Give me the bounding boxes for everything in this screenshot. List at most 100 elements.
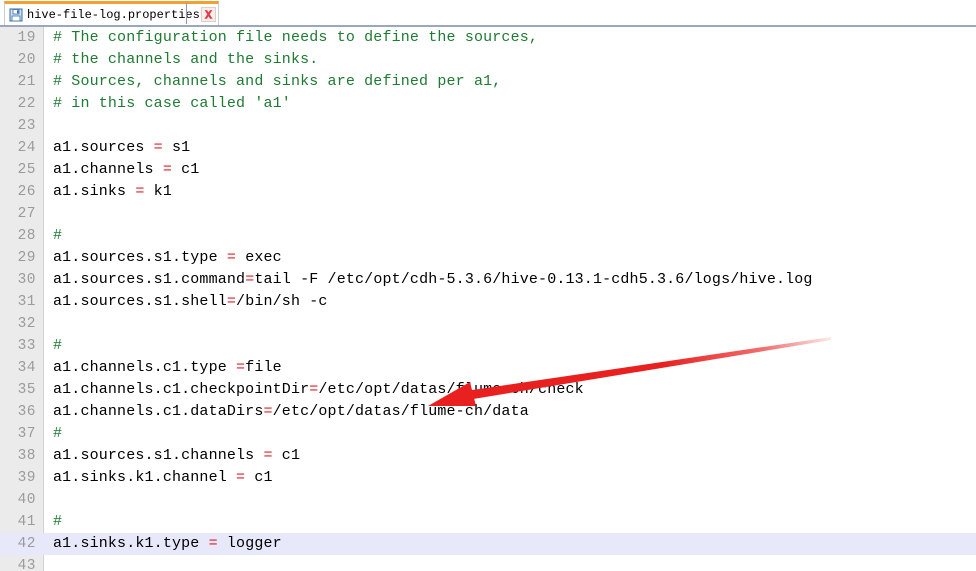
code-line[interactable]: 29 a1.sources.s1.type = exec xyxy=(0,247,976,269)
property-key: a1.sources.s1.type xyxy=(53,249,227,266)
editor-tab-bar: hive-file-log.properties xyxy=(0,0,976,27)
property-key: a1.sinks.k1.type xyxy=(53,535,209,552)
code-text-area[interactable]: 19 # The configuration file needs to defi… xyxy=(0,27,976,571)
code-line[interactable]: 38 a1.sources.s1.channels = c1 xyxy=(0,445,976,467)
line-number: 41 xyxy=(17,514,36,530)
equals-operator: = xyxy=(226,249,237,266)
line-number: 19 xyxy=(17,30,36,46)
code-editor[interactable]: 19 # The configuration file needs to defi… xyxy=(0,27,976,571)
equals-operator: = xyxy=(226,293,237,310)
close-x-icon[interactable] xyxy=(200,7,216,22)
code-line-text: a1.channels = c1 xyxy=(53,159,199,181)
code-line-text: a1.sinks.k1.type = logger xyxy=(53,533,282,555)
code-line[interactable]: 31 a1.sources.s1.shell=/bin/sh -c xyxy=(0,291,976,313)
code-line[interactable]: 35 a1.channels.c1.checkpointDir=/etc/opt/… xyxy=(0,379,976,401)
code-line[interactable]: 28 # xyxy=(0,225,976,247)
line-number: 37 xyxy=(17,426,36,442)
line-number: 20 xyxy=(17,52,36,68)
code-line[interactable]: 21 # Sources, channels and sinks are defi… xyxy=(0,71,976,93)
equals-operator: = xyxy=(135,183,145,200)
property-value: c1 xyxy=(272,447,301,464)
comment-token: # xyxy=(53,227,63,244)
code-line-text: a1.sources.s1.channels = c1 xyxy=(53,445,300,467)
line-number: 35 xyxy=(17,382,36,398)
property-value: s1 xyxy=(162,139,191,156)
equals-operator: = xyxy=(162,161,172,178)
property-key: a1.channels.c1.dataDirs xyxy=(53,403,264,420)
line-number: 42 xyxy=(17,536,36,552)
equals-operator: = xyxy=(236,469,246,486)
code-line[interactable]: 19 # The configuration file needs to defi… xyxy=(0,27,976,49)
line-number: 31 xyxy=(17,294,36,310)
equals-operator: = xyxy=(208,535,218,552)
code-line[interactable]: 42 a1.sinks.k1.type = logger xyxy=(0,533,976,555)
comment-token: # xyxy=(53,513,63,530)
property-key: a1.sources.s1.shell xyxy=(53,293,227,310)
code-line-text: # the channels and the sinks. xyxy=(53,49,318,71)
code-line[interactable]: 40 xyxy=(0,489,976,511)
code-line-text: # xyxy=(53,335,62,357)
code-line-text: # Sources, channels and sinks are define… xyxy=(53,71,501,93)
line-number: 34 xyxy=(17,360,36,376)
save-disk-icon xyxy=(9,8,23,22)
line-number: 25 xyxy=(17,162,36,178)
code-line[interactable]: 26 a1.sinks = k1 xyxy=(0,181,976,203)
line-number: 32 xyxy=(17,316,36,332)
property-value: /bin/sh -c xyxy=(236,293,328,310)
code-line-text: a1.channels.c1.dataDirs=/etc/opt/datas/f… xyxy=(53,401,529,423)
property-value: c1 xyxy=(245,469,273,486)
line-number: 40 xyxy=(17,492,36,508)
equals-operator: = xyxy=(263,403,273,420)
line-number: 28 xyxy=(17,228,36,244)
comment-token: # xyxy=(53,337,63,354)
property-value: c1 xyxy=(171,161,200,178)
line-number: 43 xyxy=(17,558,36,571)
code-line-text: a1.channels.c1.checkpointDir=/etc/opt/da… xyxy=(53,379,584,401)
property-key: a1.sources.s1.channels xyxy=(53,447,264,464)
code-line-text: # in this case called 'a1' xyxy=(53,93,291,115)
property-key: a1.channels.c1.checkpointDir xyxy=(53,381,310,398)
line-number: 21 xyxy=(17,74,36,90)
code-line[interactable]: 25 a1.channels = c1 xyxy=(0,159,976,181)
tab-bar-underline xyxy=(0,25,976,26)
property-value: /etc/opt/datas/flume-ch/check xyxy=(318,381,584,398)
code-line[interactable]: 33 # xyxy=(0,335,976,357)
property-key: a1.sinks xyxy=(53,183,136,200)
code-line-text: a1.channels.c1.type =file xyxy=(53,357,282,379)
code-line[interactable]: 24 a1.sources = s1 xyxy=(0,137,976,159)
comment-token: # The configuration file needs to define… xyxy=(53,29,539,46)
code-line[interactable]: 22 # in this case called 'a1' xyxy=(0,93,976,115)
code-line[interactable]: 43 xyxy=(0,555,976,571)
code-line-text: # xyxy=(53,511,62,533)
code-line[interactable]: 39 a1.sinks.k1.channel = c1 xyxy=(0,467,976,489)
code-line[interactable]: 36 a1.channels.c1.dataDirs=/etc/opt/datas… xyxy=(0,401,976,423)
equals-operator: = xyxy=(236,359,246,376)
line-number: 24 xyxy=(17,140,36,156)
line-number: 29 xyxy=(17,250,36,266)
line-number: 36 xyxy=(17,404,36,420)
code-line-text: a1.sinks.k1.channel = c1 xyxy=(53,467,273,489)
line-number: 23 xyxy=(17,118,36,134)
code-line-text: a1.sources.s1.type = exec xyxy=(53,247,282,269)
equals-operator: = xyxy=(245,271,255,288)
line-number: 30 xyxy=(17,272,36,288)
code-line[interactable]: 34 a1.channels.c1.type =file xyxy=(0,357,976,379)
code-line[interactable]: 23 xyxy=(0,115,976,137)
code-line[interactable]: 30 a1.sources.s1.command=tail -F /etc/opt… xyxy=(0,269,976,291)
code-line-text: # xyxy=(53,225,62,247)
line-number: 26 xyxy=(17,184,36,200)
code-line[interactable]: 32 xyxy=(0,313,976,335)
comment-token: # Sources, channels and sinks are define… xyxy=(53,73,502,90)
line-number: 33 xyxy=(17,338,36,354)
property-value: exec xyxy=(236,249,282,266)
code-line[interactable]: 27 xyxy=(0,203,976,225)
code-line[interactable]: 20 # the channels and the sinks. xyxy=(0,49,976,71)
code-line-text: a1.sources.s1.command=tail -F /etc/opt/c… xyxy=(53,269,813,291)
code-line[interactable]: 37 # xyxy=(0,423,976,445)
property-key: a1.sources.s1.command xyxy=(53,271,246,288)
property-value: tail -F /etc/opt/cdh-5.3.6/hive-0.13.1-c… xyxy=(254,271,813,288)
code-line-text: a1.sinks = k1 xyxy=(53,181,172,203)
property-value: /etc/opt/datas/flume-ch/data xyxy=(272,403,529,420)
code-line[interactable]: 41 # xyxy=(0,511,976,533)
line-number: 39 xyxy=(17,470,36,486)
